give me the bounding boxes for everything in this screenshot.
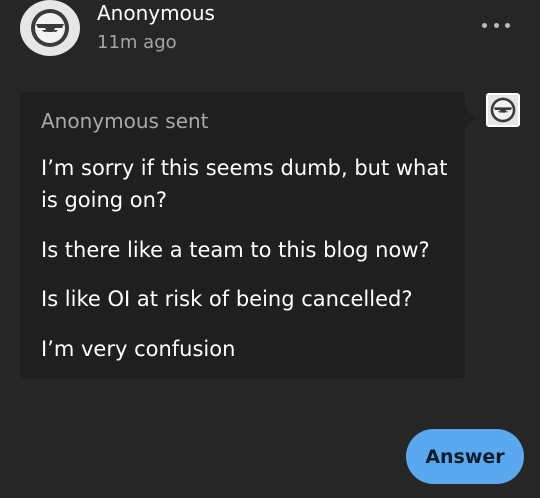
question-line: I’m sorry if this seems dumb, but what i… <box>41 156 448 212</box>
more-horizontal-icon <box>505 22 510 28</box>
question-line: Is there like a team to this blog now? <box>41 238 430 262</box>
asker-name: Anonymous <box>41 109 159 133</box>
question-line: Is like OI at risk of being cancelled? <box>41 287 413 311</box>
more-horizontal-icon <box>493 22 499 28</box>
sunglasses-face-icon <box>490 97 516 123</box>
question-line: I’m very confusion <box>41 337 236 361</box>
ask-bubble: Anonymous sent I’m sorry if this seems d… <box>20 92 475 378</box>
post-timestamp[interactable]: 11m ago <box>97 31 177 55</box>
asker-avatar <box>486 93 520 127</box>
author-avatar[interactable] <box>20 0 80 56</box>
more-horizontal-icon <box>482 22 487 28</box>
more-options-button[interactable] <box>482 18 510 32</box>
ask-post: Anonymous 11m ago Anonymous sent I’m sor… <box>0 0 540 498</box>
sunglasses-face-icon <box>31 9 69 47</box>
answer-button[interactable]: Answer <box>406 429 524 484</box>
author-name[interactable]: Anonymous <box>97 0 215 26</box>
asker-line: Anonymous sent <box>41 107 209 135</box>
sent-label: sent <box>165 109 209 133</box>
